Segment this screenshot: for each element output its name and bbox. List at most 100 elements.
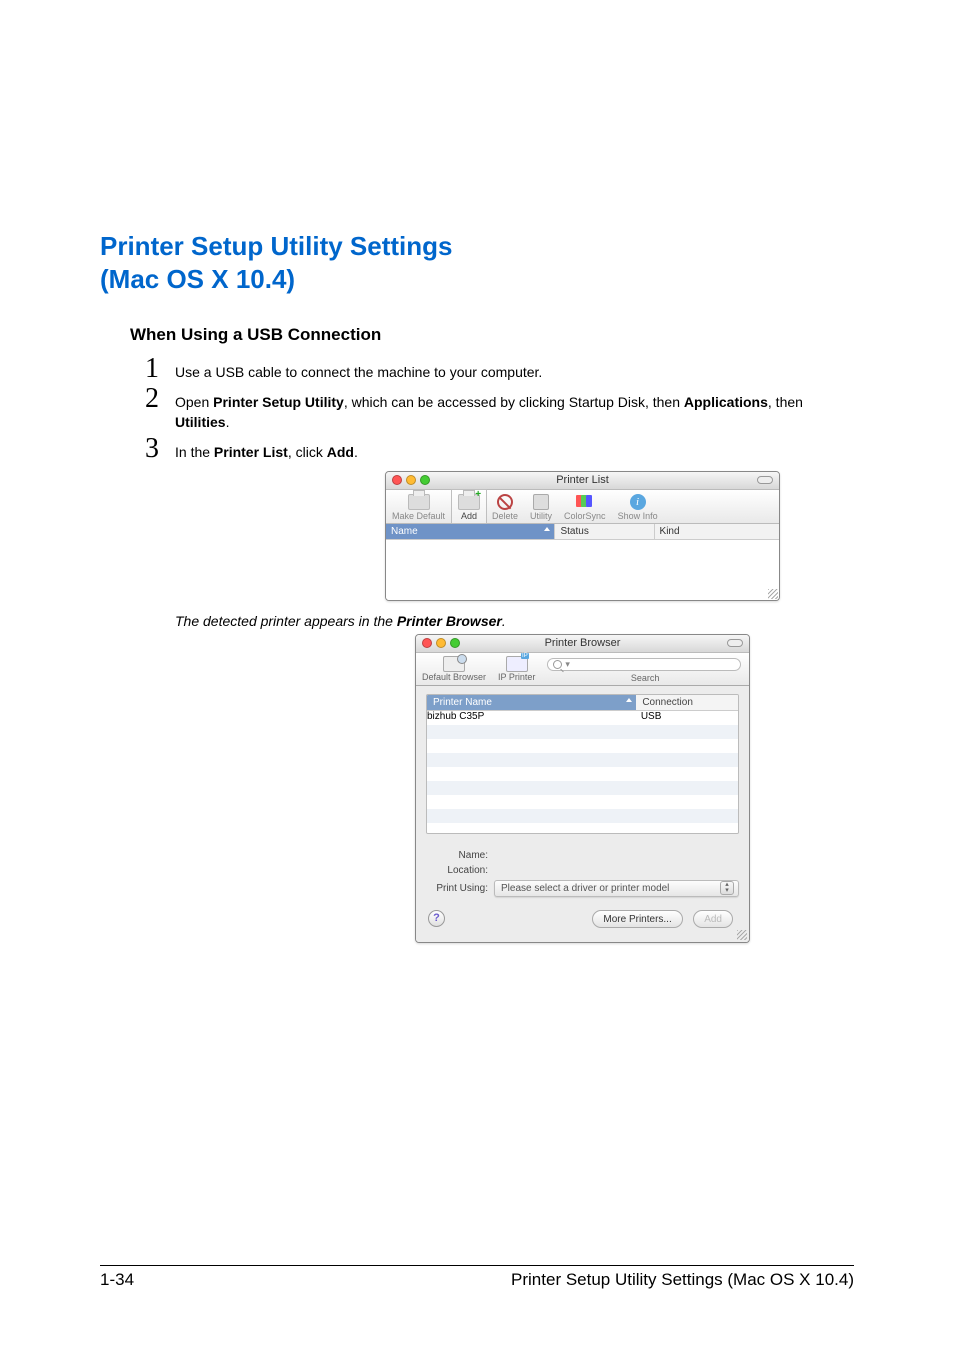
step-3-text: In the Printer List, click Add.	[175, 442, 358, 462]
print-using-label: Print Using:	[426, 883, 494, 894]
colorsync-label: ColorSync	[564, 512, 606, 521]
add-label: Add	[461, 512, 477, 521]
step-1-number: 1	[145, 355, 175, 383]
location-label: Location:	[426, 865, 494, 876]
column-connection[interactable]: Connection	[636, 695, 738, 710]
caption: The detected printer appears in the Prin…	[175, 613, 854, 629]
show-info-label: Show Info	[618, 512, 658, 521]
colorsync-button[interactable]: ColorSync	[558, 490, 612, 523]
step-3-bold1: Printer List	[214, 444, 288, 460]
page-heading: Printer Setup Utility Settings (Mac OS X…	[100, 230, 854, 295]
step-2-suffix: .	[226, 414, 230, 430]
close-icon[interactable]	[422, 638, 432, 648]
column-kind[interactable]: Kind	[655, 524, 779, 539]
utility-label: Utility	[530, 512, 552, 521]
column-printer-name-label: Printer Name	[433, 697, 492, 708]
minimize-icon[interactable]	[406, 475, 416, 485]
make-default-button[interactable]: Make Default	[386, 490, 451, 523]
step-3-suffix: .	[354, 444, 358, 460]
print-using-value: Please select a driver or printer model	[501, 883, 669, 894]
page-number: 1-34	[100, 1270, 134, 1290]
printer-browser-window: Printer Browser Default Browser IP Print…	[415, 634, 750, 944]
ip-printer-label: IP Printer	[498, 672, 535, 682]
search-input[interactable]: ▾	[547, 658, 741, 671]
close-icon[interactable]	[392, 475, 402, 485]
step-3-number: 3	[145, 435, 175, 463]
step-1-text: Use a USB cable to connect the machine t…	[175, 362, 542, 382]
heading-line2: (Mac OS X 10.4)	[100, 264, 295, 294]
more-printers-button[interactable]: More Printers...	[592, 910, 682, 928]
form-row-name: Name:	[426, 850, 739, 861]
step-2-mid2: , then	[768, 394, 803, 410]
make-default-label: Make Default	[392, 512, 445, 521]
zoom-icon[interactable]	[450, 638, 460, 648]
printer-list-window: Printer List Make Default Add Delete Uti…	[385, 471, 780, 601]
printer-browser-footer: ? More Printers... Add	[426, 901, 739, 933]
add-button[interactable]: Add	[452, 490, 486, 523]
printer-browser-body: Printer Name Connection bizhub C35P USB …	[416, 686, 749, 943]
utility-button[interactable]: Utility	[524, 490, 558, 523]
list-stripes	[427, 711, 738, 833]
popup-stepper-icon: ▴▾	[720, 881, 734, 895]
column-name-label: Name	[391, 526, 418, 537]
column-name[interactable]: Name	[386, 524, 555, 539]
ip-printer-tab[interactable]: IP Printer	[492, 656, 541, 682]
delete-label: Delete	[492, 512, 518, 521]
row-connection: USB	[641, 711, 738, 722]
colorsync-icon	[576, 495, 594, 509]
printer-icon	[408, 494, 430, 510]
page-footer: 1-34 Printer Setup Utility Settings (Mac…	[100, 1265, 854, 1290]
sort-arrow-icon	[544, 527, 550, 531]
printer-list-table-header: Name Status Kind	[386, 524, 779, 540]
printer-list-toolbar: Make Default Add Delete Utility ColorSyn…	[386, 490, 779, 524]
step-3: 3 In the Printer List, click Add.	[145, 435, 854, 463]
step-1: 1 Use a USB cable to connect the machine…	[145, 355, 854, 383]
footer-buttons: More Printers... Add	[586, 909, 733, 929]
form-row-location: Location:	[426, 865, 739, 876]
list-item[interactable]: bizhub C35P USB	[427, 711, 738, 722]
toolbar-toggle-icon[interactable]	[727, 639, 743, 647]
help-button[interactable]: ?	[428, 910, 445, 927]
printer-browser-title: Printer Browser	[545, 637, 621, 649]
step-2-bold1: Printer Setup Utility	[213, 394, 344, 410]
printer-browser-toolbar: Default Browser IP Printer ▾ Search	[416, 653, 749, 686]
printer-list-title: Printer List	[556, 474, 609, 486]
search-label: Search	[541, 673, 749, 683]
traffic-lights-2	[422, 638, 460, 648]
step-2-number: 2	[145, 385, 175, 413]
search-icon	[553, 660, 562, 669]
no-delete-icon	[497, 494, 513, 510]
step-2-prefix: Open	[175, 394, 213, 410]
toolbar-toggle-icon[interactable]	[757, 476, 773, 484]
heading-line1: Printer Setup Utility Settings	[100, 231, 453, 261]
minimize-icon[interactable]	[436, 638, 446, 648]
resize-grip-icon[interactable]	[737, 930, 747, 940]
delete-button[interactable]: Delete	[486, 490, 524, 523]
printer-list-titlebar[interactable]: Printer List	[386, 472, 779, 490]
column-status[interactable]: Status	[555, 524, 654, 539]
caption-prefix: The detected printer appears in the	[175, 613, 397, 629]
traffic-lights	[392, 475, 430, 485]
step-2-text: Open Printer Setup Utility, which can be…	[175, 392, 854, 433]
printer-browser-titlebar[interactable]: Printer Browser	[416, 635, 749, 653]
step-2-bold2: Applications	[684, 394, 768, 410]
step-3-bold2: Add	[327, 444, 354, 460]
zoom-icon[interactable]	[420, 475, 430, 485]
print-using-popup[interactable]: Please select a driver or printer model …	[494, 880, 739, 897]
caption-bold: Printer Browser	[397, 613, 502, 629]
printer-browser-list: Printer Name Connection bizhub C35P USB	[426, 694, 739, 834]
default-browser-tab[interactable]: Default Browser	[416, 656, 492, 682]
caption-suffix: .	[502, 613, 506, 629]
add-printer-button[interactable]: Add	[693, 910, 733, 928]
default-browser-label: Default Browser	[422, 672, 486, 682]
resize-grip-icon[interactable]	[768, 589, 778, 599]
printer-plus-icon	[458, 494, 480, 510]
show-info-button[interactable]: i Show Info	[612, 490, 664, 523]
form-row-print-using: Print Using: Please select a driver or p…	[426, 880, 739, 897]
step-2: 2 Open Printer Setup Utility, which can …	[145, 385, 854, 433]
footer-title: Printer Setup Utility Settings (Mac OS X…	[511, 1270, 854, 1290]
info-icon: i	[630, 494, 646, 510]
step-2-bold3: Utilities	[175, 414, 226, 430]
browser-icon	[443, 656, 465, 672]
column-printer-name[interactable]: Printer Name	[427, 695, 636, 710]
